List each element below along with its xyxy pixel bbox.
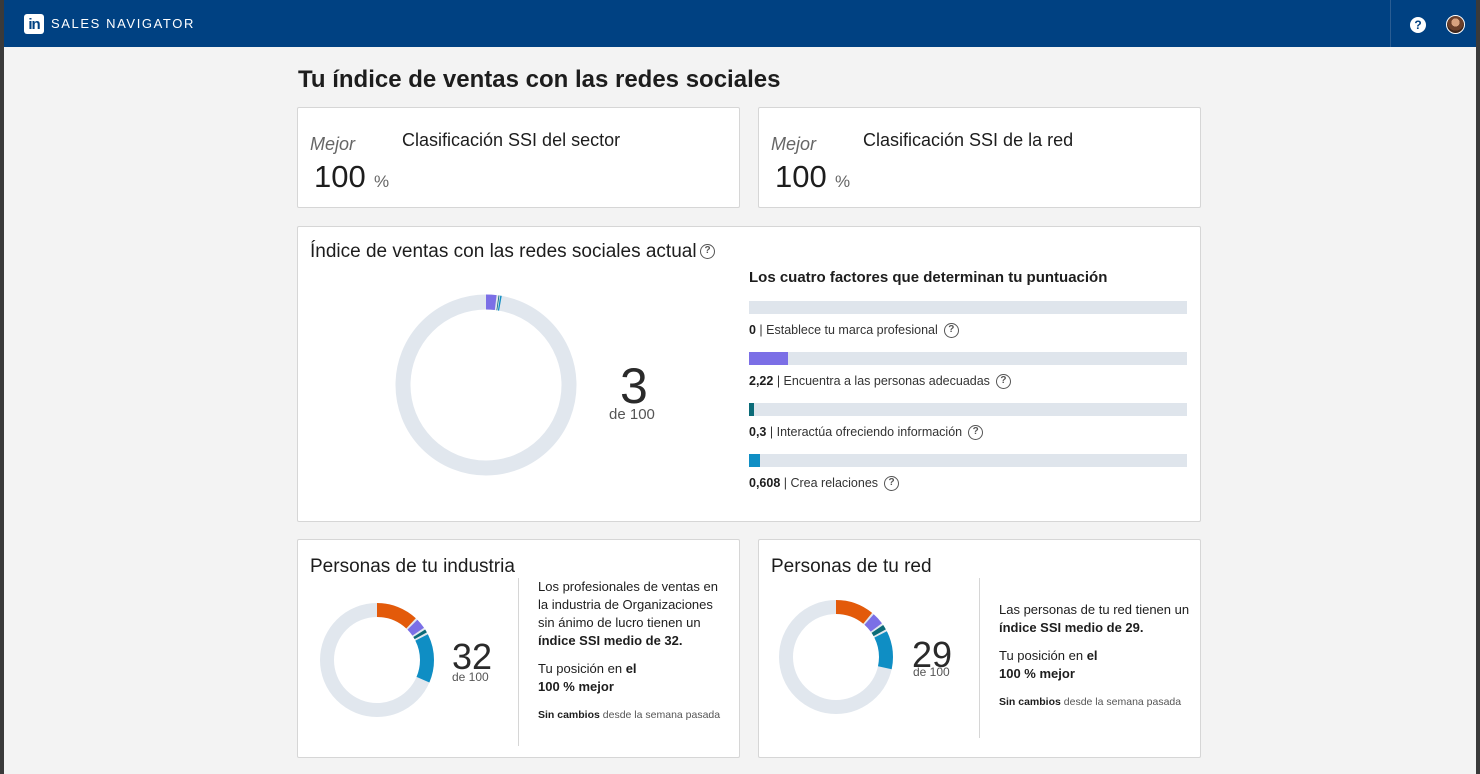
factor-value: 0,608 bbox=[749, 476, 781, 490]
factor-help-icon[interactable]: ? bbox=[943, 323, 959, 339]
factor-build-relationships: 0,608 | Crea relaciones? bbox=[749, 454, 1187, 492]
factor-find-people: 2,22 | Encuentra a las personas adecuada… bbox=[749, 352, 1187, 390]
top-nav-bar: in SALES NAVIGATOR ? bbox=[4, 0, 1476, 47]
factor-name: Establece tu marca profesional bbox=[766, 323, 938, 337]
rank-value: 100 bbox=[314, 159, 366, 194]
network-text: Las personas de tu red tienen un bbox=[999, 602, 1190, 617]
donut-track bbox=[320, 603, 434, 717]
factor-bar-fill bbox=[749, 403, 755, 416]
rank-unit: % bbox=[835, 172, 851, 191]
factor-value: 0 bbox=[749, 323, 756, 337]
window-frame-left bbox=[0, 0, 4, 774]
network-description: Las personas de tu red tienen un índice … bbox=[999, 601, 1194, 711]
brand-name[interactable]: SALES NAVIGATOR bbox=[51, 16, 195, 31]
factor-brand: 0 | Establece tu marca profesional? bbox=[749, 301, 1187, 339]
industry-card: Personas de tu industria 32 de 100 Los p… bbox=[297, 539, 740, 758]
network-change: Sin cambios desde la semana pasada bbox=[999, 693, 1194, 711]
network-title: Personas de tu red bbox=[771, 556, 932, 577]
change-status: Sin cambios bbox=[999, 696, 1061, 708]
factor-bar-track bbox=[749, 454, 1187, 467]
factor-label: 2,22 | Encuentra a las personas adecuada… bbox=[749, 374, 1187, 390]
page-title: Tu índice de ventas con las redes social… bbox=[298, 66, 781, 93]
help-icon[interactable]: ? bbox=[1410, 17, 1426, 33]
factor-label: 0 | Establece tu marca profesional? bbox=[749, 323, 1187, 339]
factor-bar-track bbox=[749, 352, 1187, 365]
ssi-title: Índice de ventas con las redes sociales … bbox=[310, 241, 697, 262]
linkedin-logo-icon[interactable]: in bbox=[24, 14, 44, 34]
rank-title: Clasificación SSI de la red bbox=[863, 130, 1074, 150]
factor-bar-track bbox=[749, 301, 1187, 314]
factor-name: Interactúa ofreciendo información bbox=[776, 425, 963, 439]
avatar[interactable] bbox=[1446, 15, 1465, 34]
position-text: Tu posición en bbox=[999, 648, 1087, 663]
rank-unit: % bbox=[374, 172, 390, 191]
rank-title: Clasificación SSI del sector bbox=[402, 130, 621, 150]
factor-help-icon[interactable]: ? bbox=[884, 476, 900, 492]
rank-value: 100 bbox=[775, 159, 827, 194]
factor-value: 2,22 bbox=[749, 374, 774, 388]
change-period: desde la semana pasada bbox=[599, 709, 721, 721]
factor-engage-insights: 0,3 | Interactúa ofreciendo información? bbox=[749, 403, 1187, 441]
change-status: Sin cambios bbox=[538, 709, 600, 721]
sector-rank-card: Mejor 100 % Clasificación SSI del sector bbox=[297, 107, 740, 208]
window-frame-right bbox=[1476, 0, 1480, 774]
industry-avg-ssi: índice SSI medio de 32. bbox=[538, 633, 683, 648]
ssi-help-icon[interactable]: ? bbox=[700, 244, 715, 259]
ssi-donut-chart bbox=[395, 294, 577, 476]
change-period: desde la semana pasada bbox=[1060, 696, 1182, 708]
factor-value: 0,3 bbox=[749, 425, 767, 439]
factor-bar-fill bbox=[749, 352, 788, 365]
network-score-of: de 100 bbox=[913, 665, 950, 679]
factor-bar-fill bbox=[749, 454, 760, 467]
industry-change: Sin cambios desde la semana pasada bbox=[538, 706, 728, 724]
factors-title: Los cuatro factores que determinan tu pu… bbox=[749, 269, 1108, 286]
rank-best-label: Mejor bbox=[771, 134, 817, 154]
donut-track bbox=[395, 294, 577, 476]
network-card: Personas de tu red 29 de 100 Las persona… bbox=[758, 539, 1201, 758]
factor-bar-track bbox=[749, 403, 1187, 416]
industry-donut-chart bbox=[320, 603, 434, 717]
position-value: 100 % mejor bbox=[999, 666, 1075, 681]
factor-name: Crea relaciones bbox=[790, 476, 879, 490]
position-text: Tu posición en bbox=[538, 661, 626, 676]
network-avg-ssi: índice SSI medio de 29. bbox=[999, 620, 1144, 635]
divider bbox=[518, 578, 519, 746]
position-article: el bbox=[625, 661, 637, 676]
position-article: el bbox=[1086, 648, 1098, 663]
industry-description: Los profesionales de ventas en la indust… bbox=[538, 578, 728, 724]
industry-title: Personas de tu industria bbox=[310, 556, 515, 577]
industry-text: Los profesionales de ventas en la indust… bbox=[538, 579, 718, 630]
nav-divider bbox=[1390, 0, 1391, 47]
network-donut-chart bbox=[779, 600, 893, 714]
position-value: 100 % mejor bbox=[538, 679, 614, 694]
rank-best-label: Mejor bbox=[310, 134, 356, 154]
current-ssi-card: Índice de ventas con las redes sociales … bbox=[297, 226, 1201, 522]
factor-label: 0,3 | Interactúa ofreciendo información? bbox=[749, 425, 1187, 441]
factor-help-icon[interactable]: ? bbox=[968, 425, 984, 441]
factor-name: Encuentra a las personas adecuadas bbox=[783, 374, 990, 388]
factor-label: 0,608 | Crea relaciones? bbox=[749, 476, 1187, 492]
industry-score-of: de 100 bbox=[452, 670, 489, 684]
network-rank-card: Mejor 100 % Clasificación SSI de la red bbox=[758, 107, 1201, 208]
ssi-score-of: de 100 bbox=[609, 406, 655, 423]
divider bbox=[979, 578, 980, 738]
factor-help-icon[interactable]: ? bbox=[995, 374, 1011, 390]
